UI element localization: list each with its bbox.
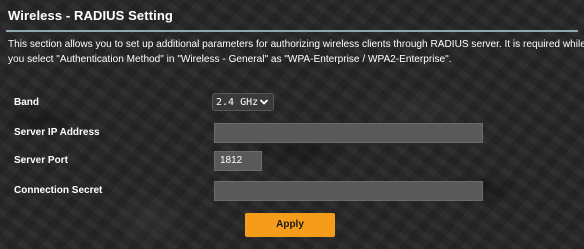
- connection-secret-input[interactable]: [214, 181, 483, 201]
- chevron-down-icon: [259, 99, 269, 105]
- server-port-input[interactable]: 1812: [214, 151, 262, 171]
- server-ip-input[interactable]: [214, 123, 483, 143]
- band-label: Band: [14, 97, 39, 108]
- radius-settings-panel: Wireless - RADIUS Setting This section a…: [0, 0, 584, 249]
- page-title: Wireless - RADIUS Setting: [8, 8, 173, 23]
- apply-button[interactable]: Apply: [245, 213, 335, 237]
- band-select[interactable]: 2.4 GHz: [212, 93, 274, 111]
- section-description: This section allows you to set up additi…: [8, 37, 584, 67]
- server-ip-label: Server IP Address: [14, 127, 100, 138]
- connection-secret-label: Connection Secret: [14, 185, 103, 196]
- title-divider: [6, 30, 578, 32]
- server-port-label: Server Port: [14, 155, 68, 166]
- description-line-1: This section allows you to set up additi…: [8, 39, 584, 50]
- band-select-value: 2.4 GHz: [216, 97, 259, 108]
- description-line-2: you select "Authentication Method" in "W…: [8, 54, 452, 65]
